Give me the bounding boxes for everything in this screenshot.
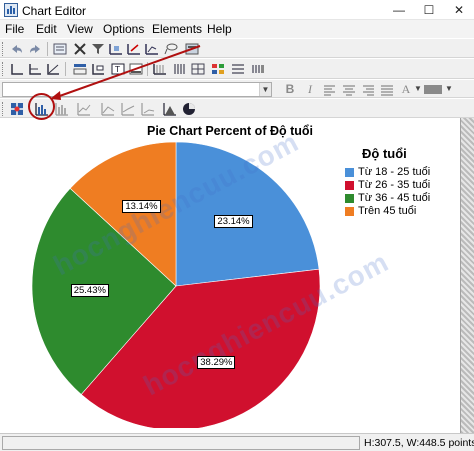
filter-icon[interactable]: [90, 42, 106, 56]
chart-canvas[interactable]: Pie Chart Percent of Độ tuổi Độ tuổi Từ …: [0, 118, 474, 433]
legend-icon[interactable]: [210, 62, 226, 76]
menu-file[interactable]: File: [5, 22, 24, 36]
status-panel: [2, 436, 360, 450]
resize-icon[interactable]: [126, 42, 142, 56]
redo-icon[interactable]: [27, 42, 43, 56]
show-legend-icon[interactable]: [250, 62, 266, 76]
close-button[interactable]: ✕: [444, 0, 474, 20]
italic-button[interactable]: I: [302, 82, 318, 97]
menu-view[interactable]: View: [67, 22, 93, 36]
align-left-icon[interactable]: [322, 83, 338, 97]
legend-swatch: [345, 194, 354, 203]
canvas-edge-handle[interactable]: [460, 118, 474, 433]
bold-button[interactable]: B: [282, 82, 298, 97]
align-right-icon[interactable]: [360, 83, 376, 97]
delete-icon[interactable]: [72, 42, 88, 56]
clustered-bar-icon[interactable]: [54, 102, 70, 116]
window-title: Chart Editor: [22, 4, 87, 18]
legend-label: Từ 36 - 45 tuổi: [358, 192, 431, 204]
chevron-down-icon[interactable]: ▼: [412, 82, 424, 95]
chart-type-toolbar: [0, 98, 474, 118]
menu-bar: File Edit View Options Elements Help: [0, 20, 474, 38]
properties-icon[interactable]: [52, 42, 68, 56]
minimize-button[interactable]: —: [384, 0, 414, 20]
reference-line-icon[interactable]: [45, 62, 61, 76]
menu-options[interactable]: Options: [103, 22, 144, 36]
toolbar-grip[interactable]: [2, 62, 5, 76]
menu-help[interactable]: Help: [207, 22, 232, 36]
chevron-down-icon[interactable]: ▼: [443, 82, 455, 95]
legend-label: Trên 45 tuổi: [358, 205, 417, 217]
align-center-icon[interactable]: [341, 83, 357, 97]
chart-grid-icon[interactable]: [190, 62, 206, 76]
justify-icon[interactable]: [379, 83, 395, 97]
slice-data-label[interactable]: 25.43%: [70, 284, 109, 298]
maximize-button[interactable]: ☐: [414, 0, 444, 20]
x-axis-icon[interactable]: [9, 62, 25, 76]
annotation-circle: [28, 93, 55, 120]
legend-swatch: [345, 168, 354, 177]
legend-label: Từ 18 - 25 tuổi: [358, 166, 431, 178]
chart-layout-icon[interactable]: [230, 62, 246, 76]
menu-edit[interactable]: Edit: [36, 22, 57, 36]
slice-data-label[interactable]: 13.14%: [122, 200, 161, 214]
status-bar: H:307.5, W:448.5 points: [0, 433, 474, 451]
legend-swatch: [345, 207, 354, 216]
chart-title[interactable]: Pie Chart Percent of Độ tuổi: [0, 124, 460, 138]
svg-text:T: T: [114, 65, 120, 74]
scale-icon[interactable]: [108, 42, 124, 56]
data-table-icon[interactable]: [172, 62, 188, 76]
footnote-icon[interactable]: [128, 62, 144, 76]
pie-chart-icon[interactable]: [181, 102, 197, 116]
legend-title[interactable]: Độ tuổi: [362, 146, 407, 161]
legend-label: Từ 26 - 35 tuổi: [358, 179, 431, 191]
lasso-icon[interactable]: [163, 42, 179, 56]
text-box-icon[interactable]: T: [110, 62, 126, 76]
toolbar-grip[interactable]: [2, 102, 5, 116]
edit-toolbar: [0, 38, 474, 58]
high-low-chart-icon[interactable]: [140, 102, 156, 116]
status-dimensions: H:307.5, W:448.5 points: [364, 437, 474, 449]
line-chart-icon[interactable]: [76, 102, 92, 116]
slice-data-label[interactable]: 23.14%: [214, 214, 253, 228]
text-style-dropdown[interactable]: ▼: [412, 82, 424, 97]
grid-lines-icon[interactable]: [152, 62, 168, 76]
line-color-icon[interactable]: [424, 85, 442, 94]
chevron-down-icon[interactable]: ▼: [259, 83, 271, 96]
menu-elements[interactable]: Elements: [152, 22, 202, 36]
area-fill-icon[interactable]: [162, 102, 178, 116]
undo-icon[interactable]: [9, 42, 25, 56]
title-bar: Chart Editor — ☐ ✕: [0, 0, 474, 20]
chart-editor-app-icon: [4, 3, 18, 17]
legend-swatch: [345, 181, 354, 190]
line-color-dropdown[interactable]: ▼: [443, 82, 455, 97]
y-axis-icon[interactable]: [27, 62, 43, 76]
area-chart-icon[interactable]: [100, 102, 116, 116]
chart-template-icon[interactable]: [9, 102, 25, 116]
axis-icon[interactable]: [144, 42, 160, 56]
format-toolbar: ▼ B I A ▼ ▼: [0, 79, 474, 98]
elements-toolbar: T: [0, 58, 474, 79]
annotation-icon[interactable]: [90, 62, 106, 76]
toolbar-grip[interactable]: [2, 42, 5, 56]
scatter-chart-icon[interactable]: [120, 102, 136, 116]
slice-data-label[interactable]: 38.29%: [197, 355, 236, 369]
title-icon[interactable]: [72, 62, 88, 76]
data-labels-icon[interactable]: [184, 42, 200, 56]
